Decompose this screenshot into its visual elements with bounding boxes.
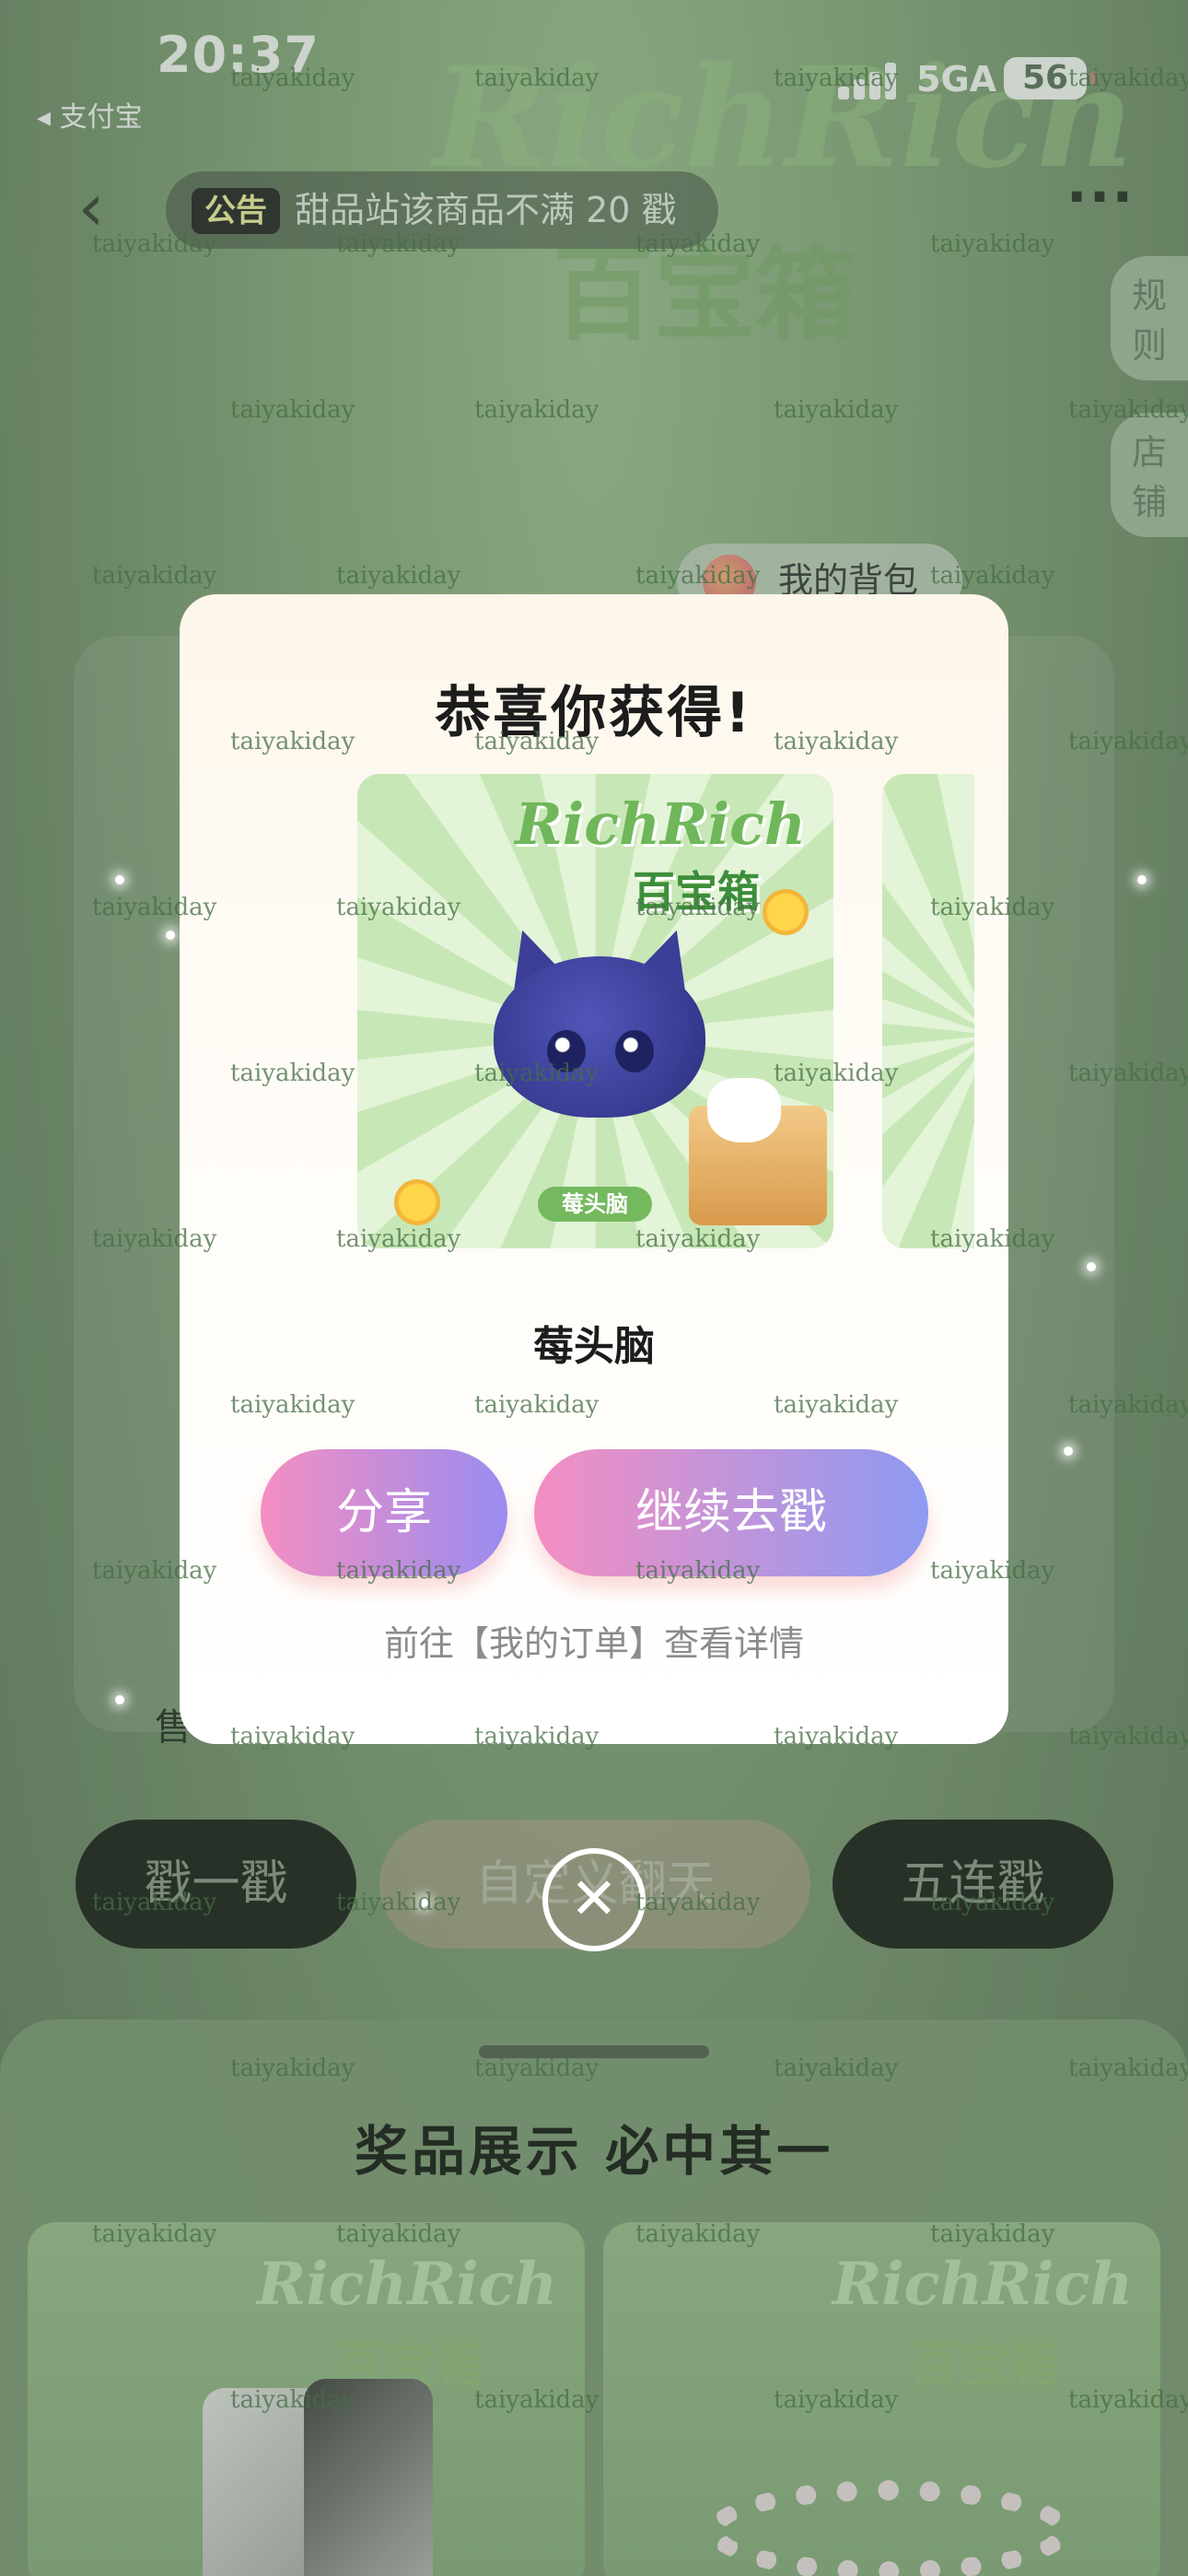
prize-carousel[interactable]: RichRich 百宝箱 莓头脑 xyxy=(180,774,1008,1248)
prize-result-modal: 恭喜你获得! RichRich 百宝箱 莓头脑 莓头脑 分享 继续去戳 前往【我… xyxy=(180,594,1008,1744)
coin-icon xyxy=(394,1179,440,1225)
sparkle-decoration xyxy=(1064,1446,1073,1456)
prize-brand: RichRich xyxy=(515,790,806,858)
close-icon: ✕ xyxy=(570,1865,618,1932)
prize-name: 莓头脑 xyxy=(533,1323,655,1370)
modal-title: 恭喜你获得! xyxy=(435,681,753,745)
sparkle-decoration xyxy=(166,931,175,940)
coin-icon xyxy=(763,889,809,935)
continue-draw-button[interactable]: 继续去戳 xyxy=(534,1449,928,1576)
prize-brand-sub: 百宝箱 xyxy=(633,867,760,917)
prize-image-card: RichRich 百宝箱 莓头脑 xyxy=(357,774,833,1248)
share-button[interactable]: 分享 xyxy=(261,1449,507,1576)
cat-mascot-image xyxy=(707,1078,781,1142)
sparkle-decoration xyxy=(115,1695,124,1704)
prize-tag: 莓头脑 xyxy=(538,1187,652,1222)
sparkle-decoration xyxy=(115,875,124,884)
prize-next-card[interactable] xyxy=(882,774,974,1248)
order-detail-link[interactable]: 前往【我的订单】查看详情 xyxy=(180,1615,1008,1666)
sparkle-decoration xyxy=(1087,1262,1096,1271)
sparkle-decoration xyxy=(419,1898,428,1907)
close-modal-button[interactable]: ✕ xyxy=(542,1848,646,1951)
sparkle-decoration xyxy=(1137,875,1147,884)
plush-toy-image xyxy=(492,920,707,1118)
